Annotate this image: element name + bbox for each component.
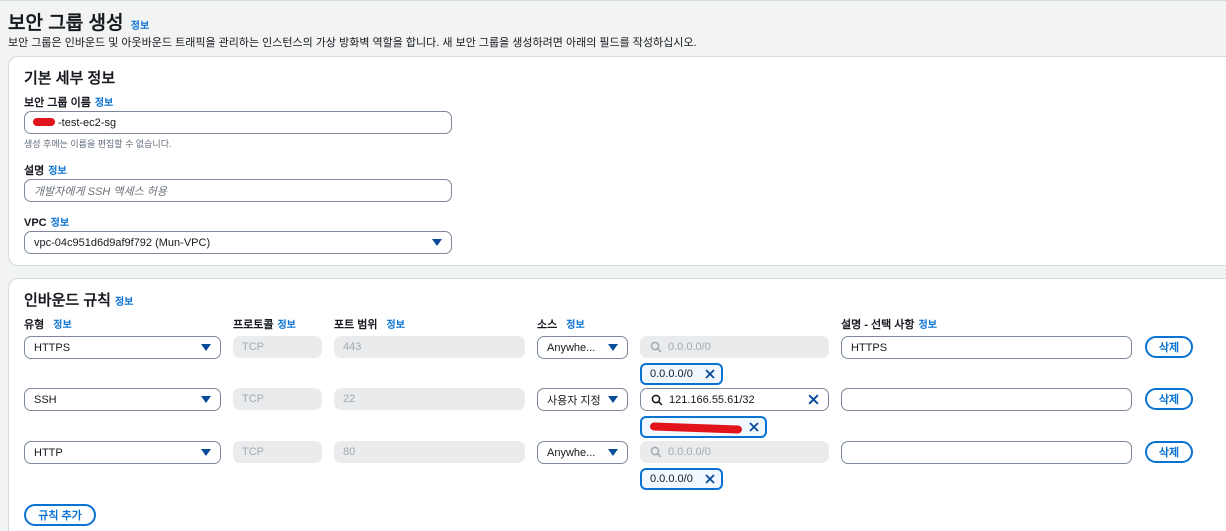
search-icon <box>650 446 662 458</box>
header-port-range: 포트 범위 정보 <box>334 319 405 331</box>
caret-down-icon <box>201 396 211 403</box>
rule-source-select[interactable]: Anywhe... <box>537 336 628 359</box>
rule-source-value: 사용자 지정 <box>547 394 601 407</box>
rule-type-select[interactable]: SSH <box>24 388 221 411</box>
rule-type-value: HTTP <box>34 446 63 459</box>
rule-description-input[interactable] <box>841 441 1132 464</box>
page-description: 보안 그룹은 인바운드 및 아웃바운드 트래픽을 관리하는 인스턴스의 가상 방… <box>8 37 697 49</box>
rule-port-range: 443 <box>334 336 525 358</box>
rule-source-value: Anywhe... <box>547 446 596 459</box>
rule-cidr-placeholder: 0.0.0.0/0 <box>668 446 711 458</box>
caret-down-icon <box>608 344 618 351</box>
sg-name-value: -test-ec2-sg <box>58 116 117 129</box>
close-icon[interactable] <box>704 473 716 485</box>
inbound-rules-panel: 인바운드 규칙 정보 유형 정보 프로토콜 정보 포트 범위 정보 소스 정보 설명 - … <box>8 278 1226 531</box>
rule-type-select[interactable]: HTTP <box>24 441 221 464</box>
cidr-token <box>640 416 767 438</box>
top-border <box>0 0 1226 1</box>
description-label: 설명 정보 <box>24 165 67 177</box>
redaction-mark <box>33 118 55 126</box>
rule-port-range: 22 <box>334 388 525 410</box>
inbound-rules-title: 인바운드 규칙 정보 <box>24 292 134 309</box>
rule-source-select[interactable]: Anywhe... <box>537 441 628 464</box>
search-icon <box>651 394 663 406</box>
vpc-info-link[interactable]: 정보 <box>51 218 69 229</box>
header-description: 설명 - 선택 사항 정보 <box>841 319 937 331</box>
vpc-value: vpc-04c951d6d9af9f792 (Mun-VPC) <box>34 236 211 249</box>
page-header: 보안 그룹 생성 정보 <box>8 8 149 35</box>
cidr-token-value: 0.0.0.0/0 <box>650 473 693 485</box>
vpc-label: VPC 정보 <box>24 217 70 229</box>
rule-description-input[interactable]: HTTPS <box>841 336 1132 359</box>
source-info-link[interactable]: 정보 <box>566 320 584 331</box>
sg-name-label: 보안 그룹 이름 정보 <box>24 97 114 109</box>
rule-protocol: TCP <box>233 441 322 463</box>
vpc-select[interactable]: vpc-04c951d6d9af9f792 (Mun-VPC) <box>24 231 452 254</box>
rule-description-input[interactable] <box>841 388 1132 411</box>
sg-name-info-link[interactable]: 정보 <box>95 98 113 109</box>
add-rule-button[interactable]: 규칙 추가 <box>24 504 96 526</box>
description-input[interactable]: 개발자에게 SSH 액세스 허용 <box>24 179 452 202</box>
header-source: 소스 정보 <box>537 319 585 331</box>
redaction-mark <box>649 422 743 434</box>
search-icon <box>650 341 662 353</box>
rule-source-select[interactable]: 사용자 지정 <box>537 388 628 411</box>
basic-details-panel: 기본 세부 정보 보안 그룹 이름 정보 -test-ec2-sg 생성 후에는 … <box>8 56 1226 266</box>
page-title: 보안 그룹 생성 <box>8 13 124 34</box>
rule-cidr-placeholder: 0.0.0.0/0 <box>668 341 711 353</box>
close-icon[interactable] <box>704 368 716 380</box>
rule-cidr-search[interactable]: 121.166.55.61/32 <box>640 388 829 411</box>
caret-down-icon <box>201 449 211 456</box>
rule-type-value: SSH <box>34 393 57 406</box>
caret-down-icon <box>608 396 618 403</box>
inbound-info-link[interactable]: 정보 <box>115 297 133 308</box>
cidr-token-value: 0.0.0.0/0 <box>650 368 693 380</box>
caret-down-icon <box>432 239 442 246</box>
rule-cidr-search: 0.0.0.0/0 <box>640 441 829 463</box>
type-info-link[interactable]: 정보 <box>53 320 71 331</box>
header-type: 유형 정보 <box>24 319 72 331</box>
rule-type-value: HTTPS <box>34 341 71 354</box>
rule-cidr-value: 121.166.55.61/32 <box>669 393 755 406</box>
caret-down-icon <box>201 344 211 351</box>
desc-info-link[interactable]: 정보 <box>919 320 937 331</box>
rule-port-range: 80 <box>334 441 525 463</box>
cidr-token: 0.0.0.0/0 <box>640 468 723 490</box>
rule-protocol: TCP <box>233 336 322 358</box>
rule-cidr-search: 0.0.0.0/0 <box>640 336 829 358</box>
protocol-info-link[interactable]: 정보 <box>277 320 295 331</box>
sg-name-input[interactable]: -test-ec2-sg <box>24 111 452 134</box>
header-protocol: 프로토콜 정보 <box>233 319 296 331</box>
rule-protocol: TCP <box>233 388 322 410</box>
delete-rule-button[interactable]: 삭제 <box>1145 441 1193 463</box>
delete-rule-button[interactable]: 삭제 <box>1145 388 1193 410</box>
close-icon[interactable] <box>807 393 820 406</box>
port-info-link[interactable]: 정보 <box>387 320 405 331</box>
page-info-link[interactable]: 정보 <box>131 21 149 32</box>
rule-type-select[interactable]: HTTPS <box>24 336 221 359</box>
basic-details-title: 기본 세부 정보 <box>24 70 116 87</box>
close-icon[interactable] <box>748 421 760 433</box>
delete-rule-button[interactable]: 삭제 <box>1145 336 1193 358</box>
cidr-token: 0.0.0.0/0 <box>640 363 723 385</box>
rule-source-value: Anywhe... <box>547 341 596 354</box>
description-info-link[interactable]: 정보 <box>48 166 66 177</box>
caret-down-icon <box>608 449 618 456</box>
sg-name-hint: 생성 후에는 이름을 편집할 수 없습니다. <box>24 139 172 149</box>
